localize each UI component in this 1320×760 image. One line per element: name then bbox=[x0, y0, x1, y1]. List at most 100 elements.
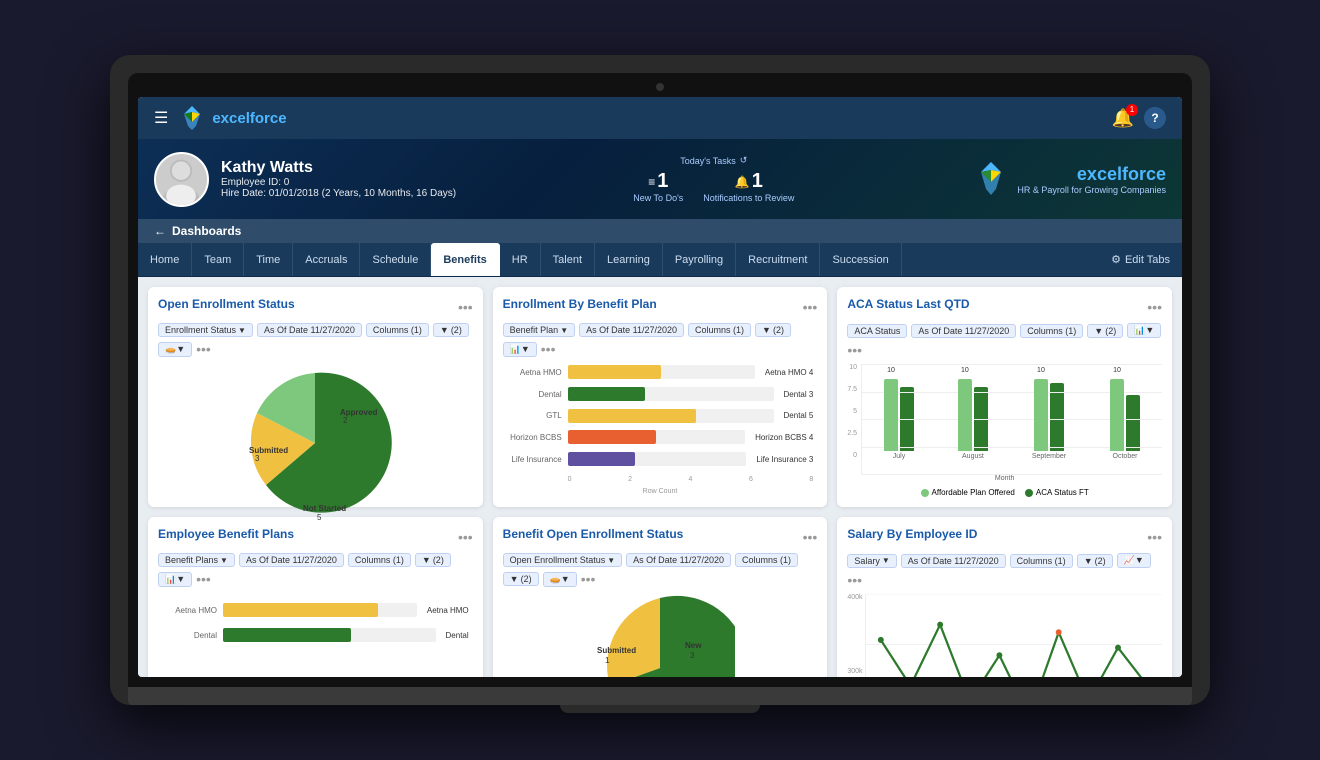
bar-row-life: Life Insurance Life Insurance 3 bbox=[507, 452, 814, 466]
tab-time[interactable]: Time bbox=[244, 243, 293, 276]
tab-benefits[interactable]: Benefits bbox=[431, 243, 499, 276]
tab-recruitment[interactable]: Recruitment bbox=[736, 243, 820, 276]
widget2-menu[interactable]: ••• bbox=[803, 299, 818, 315]
widget4-menu[interactable]: ••• bbox=[458, 529, 473, 545]
legend-ft: ACA Status FT bbox=[1025, 488, 1089, 497]
enrollment-bar-chart: Aetna HMO Aetna HMO 4 Dental bbox=[503, 363, 818, 497]
w4-plans-filter[interactable]: Benefit Plans ▼ bbox=[158, 553, 235, 567]
breadcrumb-label: Dashboards bbox=[172, 224, 241, 238]
w1-chart-type[interactable]: 🥧▼ bbox=[158, 342, 192, 357]
w4-filter[interactable]: ▼(2) bbox=[415, 553, 451, 567]
emp-bar-dental: Dental Dental bbox=[162, 628, 469, 642]
hero-brand-sub: HR & Payroll for Growing Companies bbox=[1017, 185, 1166, 195]
w6-date[interactable]: As Of Date 11/27/2020 bbox=[901, 554, 1006, 568]
widget-salary: Salary By Employee ID ••• Salary ▼ As Of… bbox=[837, 517, 1172, 677]
tab-learning[interactable]: Learning bbox=[595, 243, 663, 276]
user-name: Kathy Watts bbox=[221, 159, 456, 177]
w4-date[interactable]: As Of Date 11/27/2020 bbox=[239, 553, 344, 567]
tab-payrolling[interactable]: Payrolling bbox=[663, 243, 736, 276]
tab-nav: Home Team Time Accruals Schedule Benefit… bbox=[138, 243, 1182, 277]
w5-date[interactable]: As Of Date 11/27/2020 bbox=[626, 553, 731, 567]
todo-item: ≡ 1 New To Do's bbox=[633, 170, 683, 203]
widget1-toolbar: Enrollment Status ▼ As Of Date 11/27/202… bbox=[158, 323, 473, 357]
notification-bell[interactable]: 🔔 1 bbox=[1112, 108, 1134, 129]
svg-text:1: 1 bbox=[605, 656, 610, 665]
logo-text: excelforce bbox=[212, 110, 286, 127]
widget4-toolbar: Benefit Plans ▼ As Of Date 11/27/2020 Co… bbox=[158, 553, 473, 587]
enrollment-status-filter[interactable]: Enrollment Status ▼ bbox=[158, 323, 253, 337]
bar-row-dental: Dental Dental 3 bbox=[507, 387, 814, 401]
tab-accruals[interactable]: Accruals bbox=[293, 243, 360, 276]
w4-chart-type[interactable]: 📊▼ bbox=[158, 572, 192, 587]
w2-chart-type[interactable]: 📊▼ bbox=[503, 342, 537, 357]
widget6-title: Salary By Employee ID bbox=[847, 527, 977, 541]
w6-more[interactable]: ••• bbox=[847, 572, 862, 588]
tab-home[interactable]: Home bbox=[138, 243, 192, 276]
w6-chart-type[interactable]: 📈▼ bbox=[1117, 553, 1151, 568]
aca-legend: Affordable Plan Offered ACA Status FT bbox=[847, 488, 1162, 497]
tasks-grid: ≡ 1 New To Do's 🔔 1 Notification bbox=[633, 170, 794, 203]
hero-area: Kathy Watts Employee ID: 0 Hire Date: 01… bbox=[138, 139, 1182, 219]
logo-icon bbox=[178, 104, 206, 132]
w1-columns[interactable]: Columns (1) bbox=[366, 323, 429, 337]
w6-filter[interactable]: ▼(2) bbox=[1077, 554, 1113, 568]
tab-talent[interactable]: Talent bbox=[541, 243, 595, 276]
w3-status-filter[interactable]: ACA Status bbox=[847, 324, 907, 338]
w5-status-filter[interactable]: Open Enrollment Status ▼ bbox=[503, 553, 622, 567]
w3-more[interactable]: ••• bbox=[847, 342, 862, 358]
w6-salary-filter[interactable]: Salary ▼ bbox=[847, 554, 896, 568]
svg-text:5: 5 bbox=[317, 513, 322, 522]
widget1-menu[interactable]: ••• bbox=[458, 299, 473, 315]
widget5-menu[interactable]: ••• bbox=[803, 529, 818, 545]
widget3-title: ACA Status Last QTD bbox=[847, 297, 969, 311]
edit-tabs-button[interactable]: ⚙ Edit Tabs bbox=[1099, 243, 1182, 276]
w2-date[interactable]: As Of Date 11/27/2020 bbox=[579, 323, 684, 337]
tab-team[interactable]: Team bbox=[192, 243, 244, 276]
tab-hr[interactable]: HR bbox=[500, 243, 541, 276]
w1-more[interactable]: ••• bbox=[196, 341, 211, 357]
w3-filter[interactable]: ▼(2) bbox=[1087, 324, 1123, 338]
w2-columns[interactable]: Columns (1) bbox=[688, 323, 751, 337]
w2-plan-filter[interactable]: Benefit Plan ▼ bbox=[503, 323, 575, 337]
bar-row-horizon: Horizon BCBS Horizon BCBS 4 bbox=[507, 430, 814, 444]
widget6-menu[interactable]: ••• bbox=[1147, 529, 1162, 545]
w4-columns[interactable]: Columns (1) bbox=[348, 553, 411, 567]
dashboard-grid: Open Enrollment Status ••• Enrollment St… bbox=[138, 277, 1182, 677]
widget6-header: Salary By Employee ID ••• bbox=[847, 527, 1162, 547]
hamburger-icon[interactable]: ☰ bbox=[154, 108, 168, 128]
w1-date-filter[interactable]: As Of Date 11/27/2020 bbox=[257, 323, 362, 337]
widget2-header: Enrollment By Benefit Plan ••• bbox=[503, 297, 818, 317]
w3-chart-type[interactable]: 📊▼ bbox=[1127, 323, 1161, 338]
w6-columns[interactable]: Columns (1) bbox=[1010, 554, 1073, 568]
svg-text:3: 3 bbox=[255, 454, 260, 463]
w3-date[interactable]: As Of Date 11/27/2020 bbox=[911, 324, 1016, 338]
notif-label: Notifications to Review bbox=[703, 193, 794, 203]
hero-center: Today's Tasks ↺ ≡ 1 New To Do's bbox=[633, 155, 794, 203]
w4-more[interactable]: ••• bbox=[196, 571, 211, 587]
widget-open-enrollment: Open Enrollment Status ••• Enrollment St… bbox=[148, 287, 483, 507]
widget3-menu[interactable]: ••• bbox=[1147, 299, 1162, 315]
gear-icon: ⚙ bbox=[1111, 253, 1121, 266]
widget-benefit-open-enrollment: Benefit Open Enrollment Status ••• Open … bbox=[493, 517, 828, 677]
tab-schedule[interactable]: Schedule bbox=[360, 243, 431, 276]
tab-succession[interactable]: Succession bbox=[820, 243, 901, 276]
w1-filter[interactable]: ▼ (2) bbox=[433, 323, 469, 337]
w3-columns[interactable]: Columns (1) bbox=[1020, 324, 1083, 338]
w2-more[interactable]: ••• bbox=[541, 341, 556, 357]
w5-filter[interactable]: ▼(2) bbox=[503, 572, 539, 586]
back-arrow[interactable]: ← bbox=[154, 224, 166, 238]
laptop-screen: ☰ excelforce bbox=[138, 97, 1182, 677]
screen-bezel: ☰ excelforce bbox=[128, 73, 1192, 687]
laptop-frame: ☰ excelforce bbox=[110, 55, 1210, 705]
widget3-toolbar: ACA Status As Of Date 11/27/2020 Columns… bbox=[847, 323, 1162, 358]
help-button[interactable]: ? bbox=[1144, 107, 1166, 129]
w5-chart-type[interactable]: 🥧▼ bbox=[543, 572, 577, 587]
nav-left: ☰ excelforce bbox=[154, 104, 287, 132]
widget1-title: Open Enrollment Status bbox=[158, 297, 295, 311]
widget-aca-status: ACA Status Last QTD ••• ACA Status As Of… bbox=[837, 287, 1172, 507]
app-container: ☰ excelforce bbox=[138, 97, 1182, 677]
w5-more[interactable]: ••• bbox=[581, 571, 596, 587]
w2-filter[interactable]: ▼(2) bbox=[755, 323, 791, 337]
bar-row-aetna: Aetna HMO Aetna HMO 4 bbox=[507, 365, 814, 379]
w5-columns[interactable]: Columns (1) bbox=[735, 553, 798, 567]
